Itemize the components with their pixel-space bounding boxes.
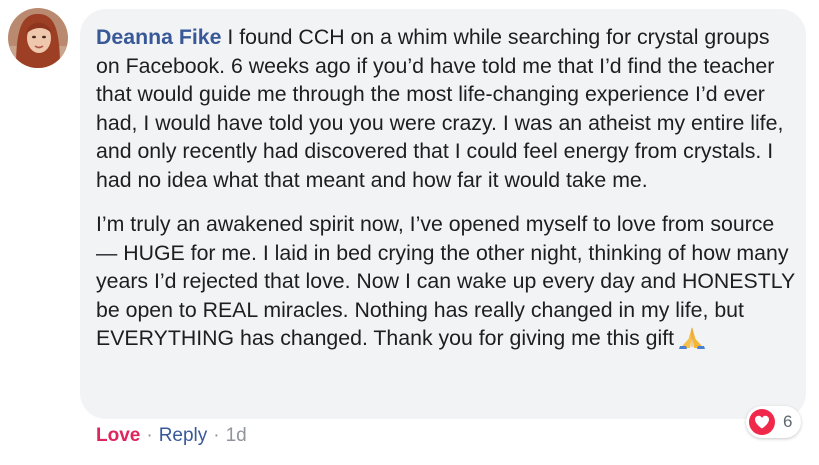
comment-paragraph-1: Deanna Fike I found CCH on a whim while …: [96, 23, 796, 194]
comment-bubble: Deanna Fike I found CCH on a whim while …: [80, 9, 806, 419]
avatar[interactable]: [8, 8, 68, 68]
action-separator: ·: [213, 425, 220, 446]
comment-text-1: I found CCH on a whim while searching fo…: [96, 25, 784, 192]
reactions-summary[interactable]: 6: [746, 406, 802, 438]
timestamp[interactable]: 1d: [226, 424, 247, 448]
action-separator: ·: [146, 425, 153, 446]
reply-button[interactable]: Reply: [159, 424, 208, 448]
reaction-count: 6: [783, 412, 793, 431]
folded-hands-icon: [678, 325, 706, 357]
comment-container: Deanna Fike I found CCH on a whim while …: [0, 0, 819, 465]
avatar-image: [8, 8, 68, 68]
comment-paragraph-2: I’m truly an awakened spirit now, I’ve o…: [96, 210, 796, 357]
heart-icon: [749, 409, 775, 435]
author-name[interactable]: Deanna Fike: [96, 25, 221, 49]
comment-actions: Love · Reply · 1d: [96, 424, 247, 448]
love-button[interactable]: Love: [96, 424, 140, 448]
